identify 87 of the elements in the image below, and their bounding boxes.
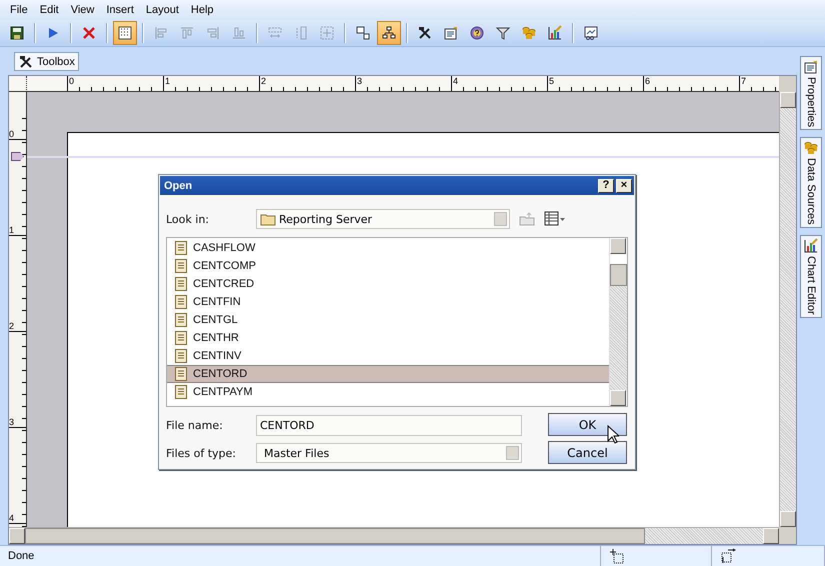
scroll-down-button[interactable] [780,511,796,527]
document-icon [173,294,189,310]
cancel-button[interactable]: Cancel [548,441,627,464]
file-type-dropdown[interactable]: Master Files [256,443,522,463]
bar-chart-icon [547,25,563,41]
scroll-up-button[interactable] [780,92,796,108]
properties-sheet-icon [803,59,819,75]
list-entry[interactable]: CENTPAYM [167,383,609,401]
horizontal-scrollbar[interactable] [9,527,779,544]
hierarchy-icon [381,25,397,41]
list-entry[interactable]: CENTORD [167,365,609,383]
details-view-icon[interactable] [544,211,566,227]
side-tab[interactable]: Properties [800,56,822,130]
scroll-thumb[interactable] [610,264,627,286]
menu-item[interactable]: Edit [34,4,65,16]
align-right-icon [205,25,221,41]
list-entry[interactable]: CASHFLOW [167,239,609,257]
field-label: Files of type: [166,446,238,460]
menu-item[interactable]: Help [184,4,220,16]
document-icon [173,240,189,256]
properties-sheet-icon [443,25,459,41]
ok-button[interactable]: OK [548,413,627,436]
side-tab[interactable]: Data Sources [800,137,822,228]
guide-marker-icon[interactable] [11,152,24,161]
document-icon [173,330,189,346]
help-button[interactable]: ? [598,178,614,192]
ruler-label: 4 [451,76,458,91]
cylinders-icon [521,25,537,41]
ruler-label: 5 [547,76,554,91]
preview-window-icon [583,25,599,41]
bar-chart-icon [803,238,819,254]
align-top-icon [179,25,195,41]
dialog-title: Open [164,180,194,192]
overlapping-squares-icon [355,25,371,41]
list-entry[interactable]: CENTFIN [167,293,609,311]
document-icon [173,384,189,400]
help-icon [469,25,485,41]
status-text: Done [0,546,601,566]
close-button[interactable]: × [616,178,632,192]
list-entry[interactable]: CENTCRED [167,275,609,293]
align-left-icon [153,25,169,41]
scroll-up-button[interactable] [610,238,626,254]
menu-item[interactable]: File [4,4,34,16]
ruler-label: 7 [739,76,746,91]
funnel-icon [495,25,511,41]
mouse-pointer-icon [607,425,619,445]
ruler-label: 6 [643,76,650,91]
grid-icon [117,25,133,41]
position-icon [609,548,625,564]
scroll-right-button[interactable] [763,528,779,544]
document-icon [173,366,189,382]
menu-item[interactable]: View [64,4,100,16]
hammer-wrench-icon [18,54,34,70]
toolbox-tab[interactable]: Toolbox [14,52,79,71]
list-entry[interactable]: CENTINV [167,347,609,365]
ruler-label: 2 [259,76,266,91]
toolbar-button[interactable] [113,21,137,45]
toolbar-button[interactable] [377,21,401,45]
align-bottom-icon [231,25,247,41]
ruler-label: 1 [163,76,170,91]
ruler-label: 3 [355,76,362,91]
cylinders-icon [803,140,819,156]
file-name-field[interactable]: CENTORD [256,414,522,436]
document-icon [173,276,189,292]
ruler-label: 0 [67,76,74,91]
x-icon [81,25,97,41]
menu-item[interactable]: Layout [140,4,185,16]
scroll-thumb[interactable] [25,528,645,544]
list-entry[interactable]: CENTCOMP [167,257,609,275]
hammer-wrench-icon [417,25,433,41]
equal-height-icon [267,25,283,41]
scroll-down-button[interactable] [610,390,626,406]
size-icon [720,548,736,564]
list-entry[interactable]: CENTGL [167,311,609,329]
document-icon [173,258,189,274]
field-label: Look in: [166,212,210,226]
field-label: File name: [166,418,224,432]
vertical-scrollbar[interactable] [779,92,796,527]
document-icon [173,348,189,364]
side-tab[interactable]: Chart Editor [800,234,822,318]
list-entry[interactable]: CENTHR [167,329,609,347]
scroll-left-button[interactable] [9,528,25,544]
equal-size-icon [319,25,335,41]
look-in-dropdown[interactable]: Reporting Server [256,209,510,229]
menu-item[interactable]: Insert [100,4,140,16]
list-scrollbar[interactable] [609,238,627,406]
document-icon [173,312,189,328]
